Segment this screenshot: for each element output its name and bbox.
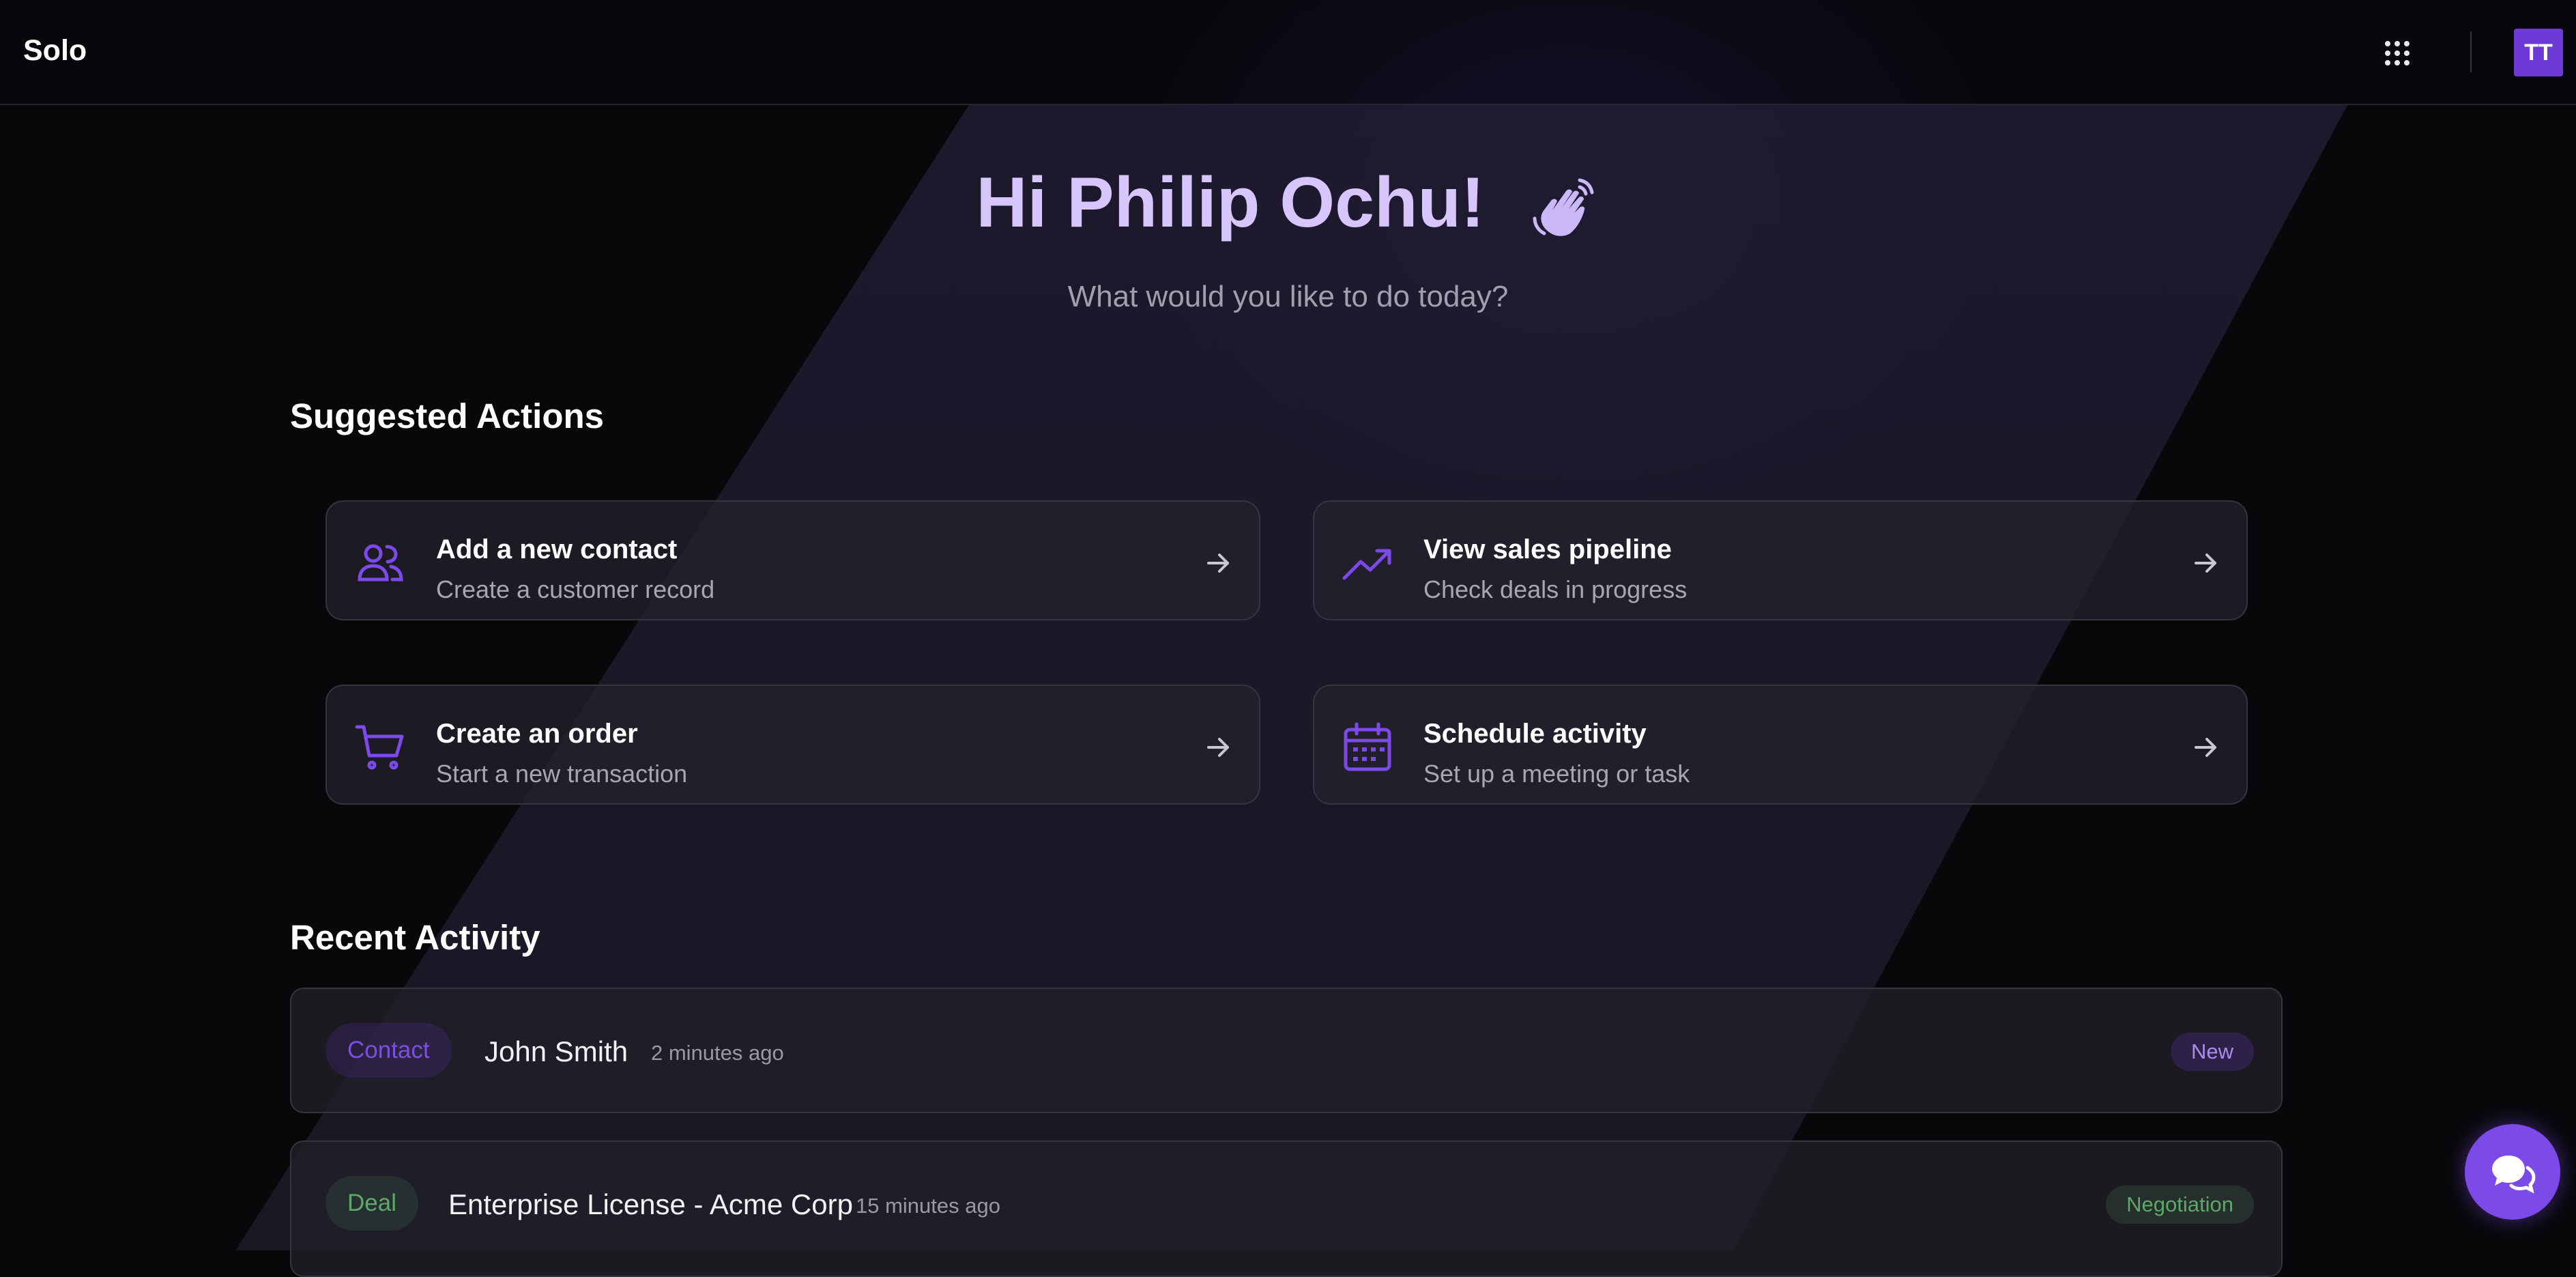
chat-button[interactable] xyxy=(2465,1124,2560,1220)
shopping-cart-icon xyxy=(355,725,404,770)
trending-up-icon xyxy=(1342,549,1391,580)
action-description: Create a customer record xyxy=(436,575,715,603)
activity-time: 15 minutes ago xyxy=(856,1194,1000,1218)
arrow-right-icon xyxy=(1207,554,1229,573)
top-bar: Solo TT xyxy=(0,0,2576,105)
grid-dots-icon[interactable] xyxy=(2383,39,2412,68)
waving-hand-icon xyxy=(1533,178,1594,236)
action-card-schedule-activity[interactable]: Schedule activity Set up a meeting or ta… xyxy=(1313,685,2248,805)
arrow-right-icon xyxy=(1207,738,1229,757)
activity-type-badge: Deal xyxy=(325,1176,418,1231)
avatar[interactable]: TT xyxy=(2514,29,2563,76)
action-card-create-order[interactable]: Create an order Start a new transaction xyxy=(325,685,1260,805)
suggested-actions-title: Suggested Actions xyxy=(290,397,604,435)
activity-type-badge: Contact xyxy=(325,1023,452,1078)
activity-name: John Smith xyxy=(484,1035,628,1067)
action-description: Check deals in progress xyxy=(1423,575,1688,603)
action-title: Add a new contact xyxy=(436,534,678,564)
users-icon xyxy=(358,544,403,582)
action-title: Create an order xyxy=(436,719,638,749)
activity-row-contact[interactable]: Contact John Smith 2 minutes ago New xyxy=(290,988,2283,1113)
arrow-right-icon xyxy=(2195,738,2216,757)
activity-row-deal[interactable]: Deal Enterprise License - Acme Corp 15 m… xyxy=(290,1140,2283,1277)
status-badge: Negotiation xyxy=(2106,1186,2254,1224)
activity-time: 2 minutes ago xyxy=(651,1041,784,1065)
action-description: Start a new transaction xyxy=(436,760,688,788)
greeting-heading: Hi Philip Ochu! xyxy=(0,162,2576,246)
action-title: Schedule activity xyxy=(1423,719,1647,749)
greeting-text: Hi Philip Ochu! xyxy=(976,163,1485,242)
arrow-right-icon xyxy=(2195,554,2216,573)
header-divider xyxy=(2470,31,2472,72)
action-card-sales-pipeline[interactable]: View sales pipeline Check deals in progr… xyxy=(1313,500,2248,620)
action-card-add-contact[interactable]: Add a new contact Create a customer reco… xyxy=(325,500,1260,620)
recent-activity-title: Recent Activity xyxy=(290,918,540,957)
brand-logo[interactable]: Solo xyxy=(23,34,87,68)
calendar-icon xyxy=(1344,722,1391,771)
status-badge: New xyxy=(2170,1033,2254,1071)
activity-name: Enterprise License - Acme Corp xyxy=(448,1188,853,1220)
chat-bubble-icon xyxy=(2492,1156,2536,1194)
action-title: View sales pipeline xyxy=(1423,534,1672,564)
greeting-subtitle: What would you like to do today? xyxy=(1067,280,1509,313)
action-description: Set up a meeting or task xyxy=(1423,760,1690,788)
